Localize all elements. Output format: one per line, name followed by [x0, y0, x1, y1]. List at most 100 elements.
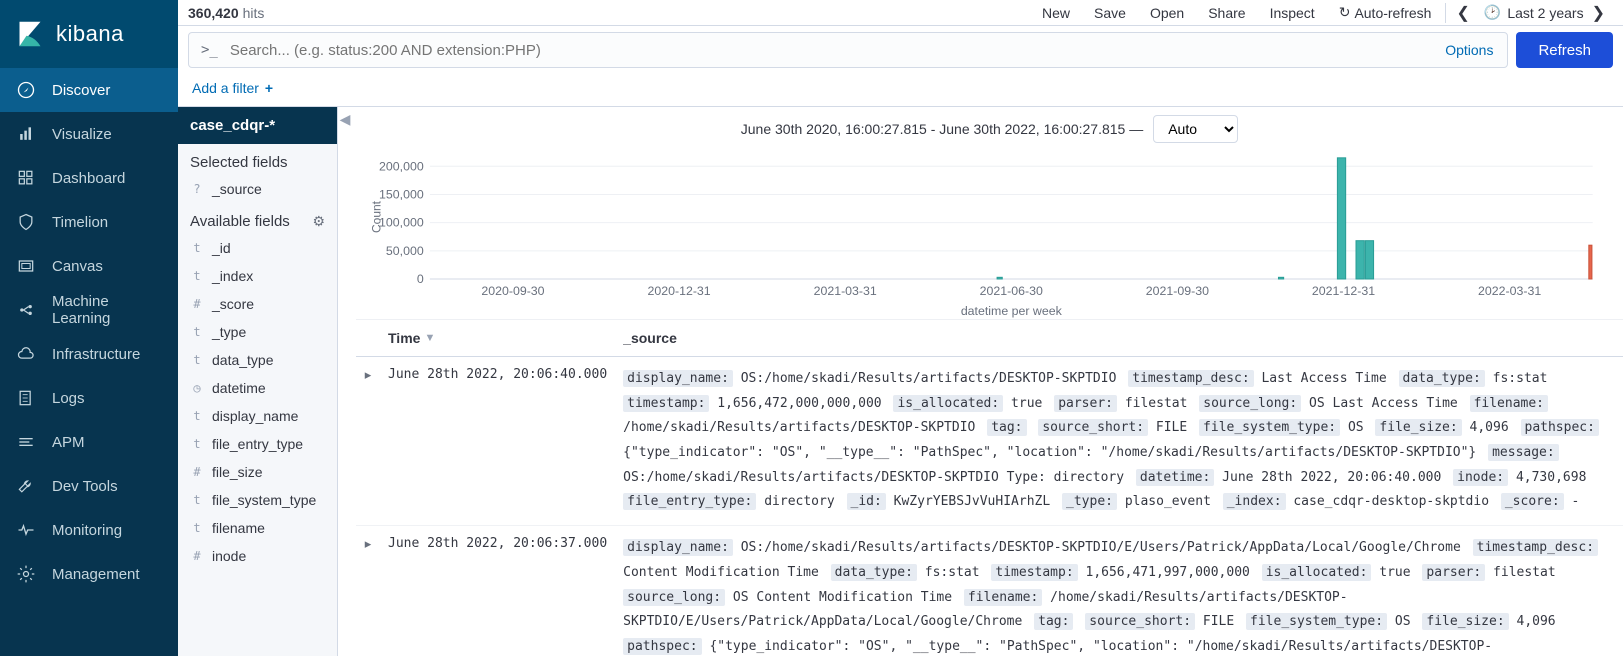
- expand-row-button[interactable]: ▸: [356, 526, 380, 656]
- field-key: file_system_type:: [1246, 613, 1387, 630]
- time-prev-button[interactable]: ❮: [1448, 3, 1477, 23]
- kibana-logo-icon: [16, 20, 44, 48]
- field-value: FILE: [1156, 420, 1187, 435]
- nav-item-discover[interactable]: Discover: [0, 68, 178, 112]
- refresh-button[interactable]: Refresh: [1516, 32, 1613, 68]
- field-file_system_type[interactable]: tfile_system_type: [178, 486, 337, 514]
- search-box[interactable]: >_ Options: [188, 32, 1508, 68]
- field-key: pathspec:: [623, 638, 701, 655]
- nav-item-timelion[interactable]: Timelion: [0, 200, 178, 244]
- clock-icon: 🕑: [1484, 4, 1501, 21]
- nav-item-management[interactable]: Management: [0, 552, 178, 596]
- add-filter-button[interactable]: Add a filter +: [192, 80, 273, 96]
- field-key: file_system_type:: [1199, 419, 1340, 436]
- field-_source[interactable]: ?_source: [178, 175, 337, 203]
- gear-icon[interactable]: ⚙: [312, 213, 325, 230]
- field-file_size[interactable]: #file_size: [178, 458, 337, 486]
- hit-count-label: hits: [243, 5, 265, 21]
- field-value: {"type_indicator": "OS", "__type__": "Pa…: [623, 445, 1476, 460]
- new-link[interactable]: New: [1042, 5, 1070, 21]
- field-value: 1,656,471,997,000,000: [1086, 565, 1250, 580]
- field-value: case_cdqr-desktop-skptdio: [1293, 494, 1489, 509]
- logs-icon: [16, 388, 36, 408]
- field-key: timestamp_desc:: [1128, 370, 1253, 387]
- field-key: filename:: [1470, 395, 1548, 412]
- share-link[interactable]: Share: [1208, 5, 1245, 21]
- brand-text: kibana: [56, 21, 124, 47]
- nav-item-monitoring[interactable]: Monitoring: [0, 508, 178, 552]
- field-file_entry_type[interactable]: tfile_entry_type: [178, 430, 337, 458]
- time-column-header[interactable]: Time ▼: [380, 320, 615, 357]
- nav-item-infrastructure[interactable]: Infrastructure: [0, 332, 178, 376]
- logo[interactable]: kibana: [0, 0, 178, 68]
- field-_index[interactable]: t_index: [178, 262, 337, 290]
- histogram-header: June 30th 2020, 16:00:27.815 - June 30th…: [356, 107, 1623, 149]
- field-key: display_name:: [623, 539, 733, 556]
- nav-item-canvas[interactable]: Canvas: [0, 244, 178, 288]
- field-inode[interactable]: #inode: [178, 542, 337, 570]
- field-display_name[interactable]: tdisplay_name: [178, 402, 337, 430]
- ml-icon: [16, 300, 36, 320]
- field-value: FILE: [1203, 614, 1234, 629]
- field-value: fs:stat: [1493, 371, 1548, 386]
- svg-text:2021-06-30: 2021-06-30: [980, 284, 1043, 298]
- field-key: datetime:: [1136, 469, 1214, 486]
- search-input[interactable]: [230, 42, 1431, 59]
- field-value: directory: [764, 494, 834, 509]
- time-next-button[interactable]: ❯: [1584, 3, 1613, 23]
- inspect-link[interactable]: Inspect: [1270, 5, 1315, 21]
- nav-item-logs[interactable]: Logs: [0, 376, 178, 420]
- field-type-icon: ◷: [190, 381, 204, 395]
- field-key: parser:: [1422, 564, 1485, 581]
- field-type-icon: #: [190, 297, 204, 311]
- bar-chart-icon: [16, 124, 36, 144]
- field-key: source_long:: [1199, 395, 1301, 412]
- open-link[interactable]: Open: [1150, 5, 1184, 21]
- svg-text:200,000: 200,000: [379, 159, 424, 173]
- field-key: inode:: [1453, 469, 1508, 486]
- nav-item-dashboard[interactable]: Dashboard: [0, 156, 178, 200]
- field-filename[interactable]: tfilename: [178, 514, 337, 542]
- nav-item-dev-tools[interactable]: Dev Tools: [0, 464, 178, 508]
- field-key: _index:: [1223, 493, 1286, 510]
- search-row: >_ Options Refresh: [178, 26, 1623, 74]
- wrench-icon: [16, 476, 36, 496]
- field-data_type[interactable]: tdata_type: [178, 346, 337, 374]
- source-column-header[interactable]: _source: [615, 320, 1623, 357]
- field-_id[interactable]: t_id: [178, 234, 337, 262]
- field-value: fs:stat: [925, 565, 980, 580]
- field-key: parser:: [1054, 395, 1117, 412]
- prompt-icon: >_: [189, 42, 230, 58]
- field-key: data_type:: [1399, 370, 1485, 387]
- field-type-icon: t: [190, 241, 204, 255]
- row-time: June 28th 2022, 20:06:40.000: [380, 357, 615, 526]
- index-pattern-selector[interactable]: case_cdqr-*: [178, 107, 337, 144]
- field-_score[interactable]: #_score: [178, 290, 337, 318]
- field-_type[interactable]: t_type: [178, 318, 337, 346]
- svg-text:2021-12-31: 2021-12-31: [1312, 284, 1375, 298]
- time-range-picker[interactable]: 🕑 Last 2 years: [1484, 4, 1584, 21]
- field-key: tag:: [987, 419, 1026, 436]
- interval-select[interactable]: Auto: [1153, 115, 1238, 143]
- save-link[interactable]: Save: [1094, 5, 1126, 21]
- auto-refresh-toggle[interactable]: ↻ Auto-refresh: [1339, 4, 1432, 21]
- gear-icon: [16, 564, 36, 584]
- collapse-sidebar-button[interactable]: ◀: [338, 107, 352, 656]
- field-type-icon: #: [190, 549, 204, 563]
- nav-item-machine-learning[interactable]: Machine Learning: [0, 288, 178, 332]
- field-datetime[interactable]: ◷datetime: [178, 374, 337, 402]
- svg-text:0: 0: [417, 272, 424, 286]
- expand-row-button[interactable]: ▸: [356, 357, 380, 526]
- nav-item-visualize[interactable]: Visualize: [0, 112, 178, 156]
- sort-desc-icon: ▼: [424, 332, 435, 344]
- field-value: Content Modification Time: [623, 565, 819, 580]
- histogram-chart[interactable]: 050,000100,000150,000200,000Count2020-09…: [356, 149, 1623, 319]
- search-options-link[interactable]: Options: [1431, 42, 1507, 58]
- field-key: file_size:: [1422, 613, 1508, 630]
- nav-item-apm[interactable]: APM: [0, 420, 178, 464]
- field-type-icon: t: [190, 353, 204, 367]
- svg-text:2020-12-31: 2020-12-31: [647, 284, 710, 298]
- field-key: source_short:: [1085, 613, 1195, 630]
- hit-count: 360,420: [188, 5, 239, 21]
- field-value: true: [1011, 396, 1042, 411]
